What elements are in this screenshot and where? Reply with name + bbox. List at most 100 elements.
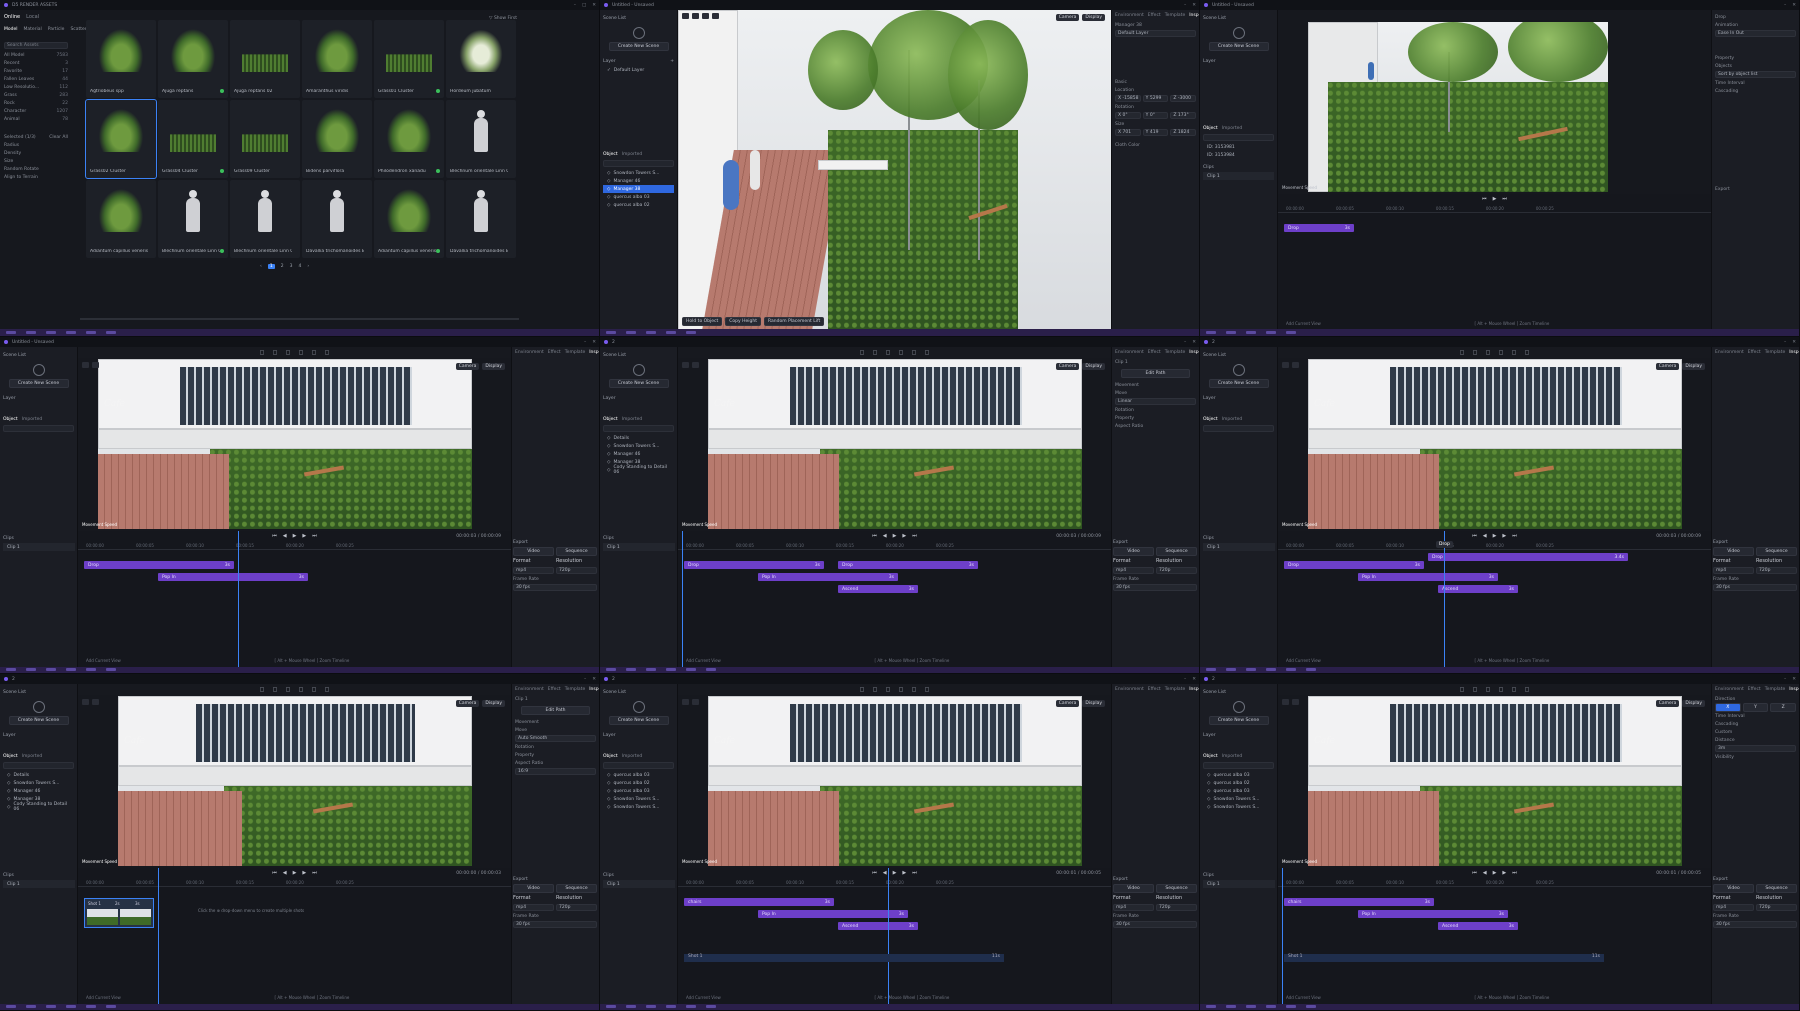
tab-effect[interactable]: Effect <box>548 687 561 692</box>
viewport-toolbar[interactable] <box>1282 699 1299 705</box>
move-icon[interactable]: ◻ <box>273 349 278 356</box>
display-button[interactable]: Display <box>1082 14 1105 21</box>
create-scene-button[interactable]: Create New Scene <box>8 716 69 725</box>
tab-template[interactable]: Template <box>1165 687 1186 692</box>
skip-forward-icon[interactable]: ⏭ <box>312 533 317 539</box>
asset-card[interactable]: Agtriobeus spp <box>86 20 156 98</box>
close-icon[interactable]: ✕ <box>592 340 596 345</box>
tab-object[interactable]: Object <box>603 754 618 759</box>
play-icon[interactable]: ▶ <box>1493 533 1497 539</box>
tab-video[interactable]: Video <box>1113 547 1154 556</box>
move-curve-select[interactable]: Linear <box>1115 398 1196 405</box>
render-icon[interactable]: ◻ <box>311 349 316 356</box>
add-current-view-button[interactable]: Add Current View <box>86 658 121 663</box>
close-icon[interactable]: ✕ <box>1192 340 1196 345</box>
asset-card[interactable]: Ajuga reptans 02 <box>230 20 300 98</box>
edit-path-button[interactable]: Edit Path <box>1121 369 1190 378</box>
frame-rate-select[interactable]: 30 fps <box>513 921 597 928</box>
add-current-view-button[interactable]: Add Current View <box>1286 321 1321 326</box>
add-current-view-button[interactable]: Add Current View <box>86 995 121 1000</box>
skip-back-icon[interactable]: ⏮ <box>1472 533 1477 539</box>
move-curve-select[interactable]: Auto Smooth <box>515 735 596 742</box>
camera-button[interactable]: Camera <box>1055 700 1080 707</box>
object-item[interactable]: ◇ quercus alba 03 <box>603 771 674 779</box>
video-icon[interactable]: ◻ <box>324 686 329 693</box>
loc-y-field[interactable]: Y 5299 <box>1142 95 1169 102</box>
manager-figure[interactable] <box>723 160 739 210</box>
maximize-icon[interactable]: □ <box>582 3 586 8</box>
object-item[interactable]: ◇ quercus alba 03 <box>1203 771 1274 779</box>
add-current-view-button[interactable]: Add Current View <box>1286 658 1321 663</box>
resolution-select[interactable]: 720p <box>1756 904 1797 911</box>
render-icon[interactable]: ◻ <box>911 686 916 693</box>
3d-viewport[interactable]: Cafe Camera Display Movement Speed <box>678 696 1111 866</box>
edit-path-button[interactable]: Edit Path <box>521 706 590 715</box>
tab-video[interactable]: Video <box>513 547 554 556</box>
skip-back-icon[interactable]: ⏮ <box>272 533 277 539</box>
category-item[interactable]: Recent 3 <box>4 59 68 67</box>
close-icon[interactable]: ✕ <box>592 3 596 8</box>
3d-viewport[interactable]: Cafe Camera Display Movement Speed <box>1278 359 1711 529</box>
resolution-select[interactable]: 720p <box>556 567 597 574</box>
skip-forward-icon[interactable]: ⏭ <box>1502 196 1507 202</box>
clip-drop[interactable]: Drop 3s <box>684 561 824 569</box>
tab-template[interactable]: Template <box>1165 350 1186 355</box>
prev-frame-icon[interactable]: ◀ <box>883 533 887 539</box>
object-item[interactable]: ◇ quercus alba 03 <box>1203 787 1274 795</box>
object-search-input[interactable] <box>3 762 74 769</box>
skip-forward-icon[interactable]: ⏭ <box>1512 533 1517 539</box>
render-icon[interactable]: ◻ <box>311 686 316 693</box>
time-ruler[interactable]: 00:00:0000:00:0500:00:1000:00:1500:00:20… <box>1278 541 1711 550</box>
time-ruler[interactable]: 00:00:0000:00:0500:00:1000:00:1500:00:20… <box>78 878 511 887</box>
clip-chairs[interactable]: chairs 3s <box>684 898 834 906</box>
3d-viewport[interactable]: Movement Speed <box>1278 22 1711 192</box>
playhead[interactable] <box>682 531 683 667</box>
asset-card[interactable]: Grass02 Cluster <box>85 99 157 179</box>
window-controls[interactable]: – ✕ <box>584 677 596 682</box>
clip-item[interactable]: Clip 1 <box>3 880 75 888</box>
tab-video[interactable]: Video <box>1713 884 1754 893</box>
category-item[interactable]: Low Resolutio... 112 <box>4 83 68 91</box>
tab-effect[interactable]: Effect <box>1148 350 1161 355</box>
resolution-select[interactable]: 720p <box>1156 904 1197 911</box>
tab-object[interactable]: Object <box>1203 417 1218 422</box>
rotate-icon[interactable]: ◻ <box>886 686 891 693</box>
tab-effect[interactable]: Effect <box>1748 687 1761 692</box>
time-ruler[interactable]: 00:00:0000:00:0500:00:1000:00:1500:00:20… <box>78 541 511 550</box>
camera-button[interactable]: Camera <box>1655 700 1680 707</box>
create-scene-button[interactable]: Create New Scene <box>608 379 669 388</box>
window-controls[interactable]: – ✕ <box>1784 677 1796 682</box>
loc-z-field[interactable]: Z -3000 <box>1170 95 1197 102</box>
move-icon[interactable]: ◻ <box>1473 686 1478 693</box>
tab-object[interactable]: Object <box>603 417 618 422</box>
shot-track[interactable]: Shot 1 11s <box>684 954 1004 962</box>
playhead[interactable] <box>1444 531 1445 667</box>
tab-video[interactable]: Video <box>1113 884 1154 893</box>
tab-sequence[interactable]: Sequence <box>1156 547 1197 556</box>
clip-item[interactable]: Clip 1 <box>3 543 75 551</box>
select-icon[interactable]: ◻ <box>260 349 265 356</box>
tab-effect[interactable]: Effect <box>548 350 561 355</box>
frame-rate-select[interactable]: 30 fps <box>513 584 597 591</box>
distance-field[interactable]: 3m <box>1715 745 1796 752</box>
resolution-select[interactable]: 720p <box>1756 567 1797 574</box>
scale-icon[interactable]: ◻ <box>1499 349 1504 356</box>
shot-track[interactable]: Shot 1 11s <box>1284 954 1604 962</box>
viewport-toolbar[interactable] <box>82 699 99 705</box>
prev-frame-icon[interactable]: ◀ <box>1483 870 1487 876</box>
object-item[interactable]: ◇ quercus alba 02 <box>603 201 674 209</box>
minimize-icon[interactable]: – <box>574 3 576 8</box>
tab-environment[interactable]: Environment <box>1115 350 1144 355</box>
select-icon[interactable]: ◻ <box>860 686 865 693</box>
format-select[interactable]: mp4 <box>1113 904 1154 911</box>
next-page-icon[interactable]: › <box>307 264 309 269</box>
category-item[interactable]: Animal 78 <box>4 115 68 123</box>
clip-chairs[interactable]: chairs 3s <box>1284 898 1434 906</box>
viewport-toolbar[interactable] <box>82 362 99 368</box>
add-current-view-button[interactable]: Add Current View <box>686 658 721 663</box>
move-icon[interactable]: ◻ <box>873 349 878 356</box>
rotate-icon[interactable]: ◻ <box>286 686 291 693</box>
create-scene-button[interactable]: Create New Scene <box>1208 42 1269 51</box>
tab-video[interactable]: Video <box>513 884 554 893</box>
3d-viewport[interactable]: Cafe Camera Display Movement Speed <box>678 359 1111 529</box>
